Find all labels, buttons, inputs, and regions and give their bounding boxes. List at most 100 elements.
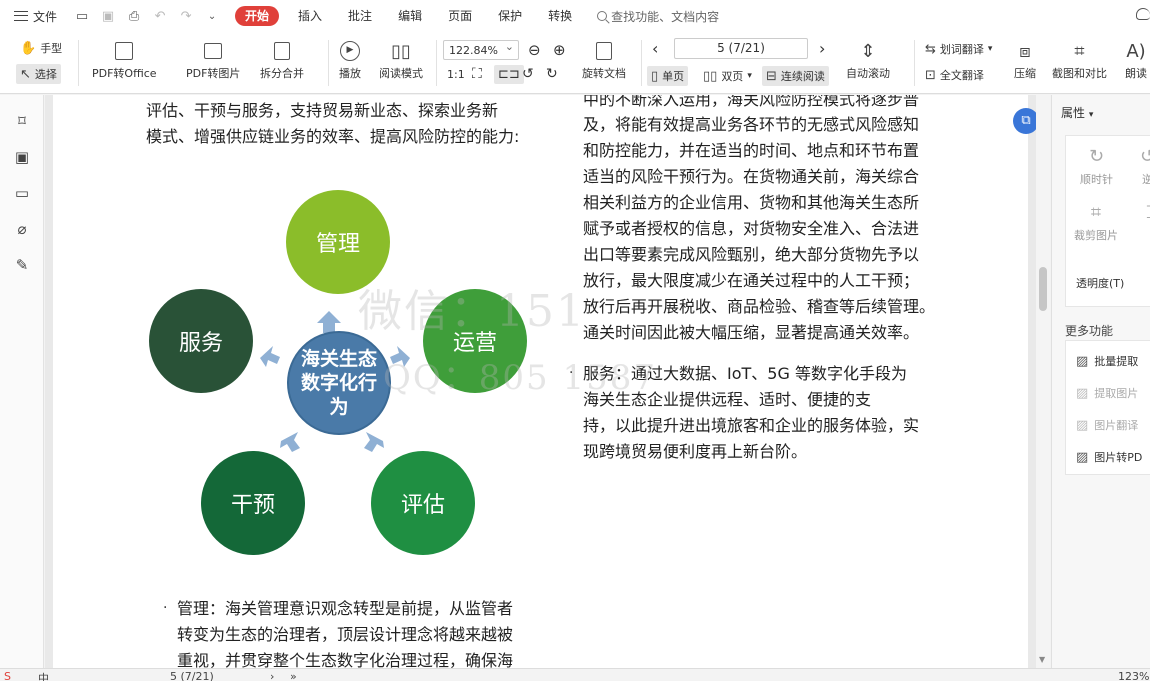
image-translate-label: 图片翻译 (1094, 419, 1139, 432)
fit-page-icon[interactable]: ⛶ (472, 66, 482, 82)
status-page[interactable]: 5 (7/21) (170, 670, 214, 681)
file-menu[interactable]: 文件 (0, 0, 65, 32)
screenshot-compare-label: 截图和对比 (1052, 67, 1107, 80)
node-manage: 管理 (286, 190, 390, 294)
extra-tool-button[interactable]: ⌶ (1146, 202, 1150, 223)
thumbnail-icon[interactable]: ▣ (12, 147, 32, 167)
batch-extract-icon: ▨ (1076, 353, 1089, 369)
prev-page-icon[interactable]: ‹ (652, 39, 658, 58)
ribbon-toolbar: ✋ 手型 ↖ 选择 PDF转Office PDF转图片 拆分合并 ▶ 播放 ▯▯… (0, 32, 1150, 94)
single-page-label: 单页 (662, 70, 685, 83)
open-folder-icon[interactable]: ▭ (73, 9, 91, 24)
save-icon[interactable]: ▣ (99, 9, 117, 24)
batch-extract-button[interactable]: ▨ 批量提取 (1076, 353, 1138, 369)
screenshot-compare-button[interactable]: ⌗ 截图和对比 (1052, 40, 1107, 81)
single-page-button[interactable]: ▯ 单页 (647, 66, 689, 86)
tab-insert[interactable]: 插入 (285, 0, 335, 32)
attachment-icon[interactable]: ⌀ (12, 219, 32, 239)
extract-image-label: 提取图片 (1094, 387, 1139, 400)
image-to-pdf-button[interactable]: ▨ 图片转PD (1076, 449, 1142, 465)
cloud-icon[interactable] (1136, 8, 1150, 20)
image-translate-button[interactable]: ▨ 图片翻译 (1076, 417, 1138, 433)
comment-icon[interactable]: ▭ (12, 183, 32, 203)
fit-width-icon[interactable]: ⊏⊐ (494, 65, 524, 84)
pdf-to-office-button[interactable]: PDF转Office (92, 40, 157, 81)
read-aloud-icon: A) (1126, 40, 1146, 62)
actual-size-icon[interactable]: 1:1 (447, 68, 465, 81)
full-translate-icon: ⊡ (925, 67, 936, 83)
node-center-label: 海关生态数字化行为 (300, 348, 377, 418)
extract-image-icon: ▨ (1076, 385, 1089, 401)
quick-access: ▭ ▣ ⎙ ↶ ↷ ⌄ (73, 9, 221, 24)
redo-icon[interactable]: ↷ (177, 9, 195, 24)
batch-extract-label: 批量提取 (1094, 355, 1139, 368)
next-page-icon[interactable]: › (819, 39, 825, 58)
page-number-input[interactable]: 5 (7/21) (674, 38, 808, 59)
double-page-button[interactable]: ▯▯ 双页 ▾ (703, 68, 752, 84)
rotate-counter-button[interactable]: ↺ 逆 (1140, 146, 1150, 187)
rotate-document-button[interactable]: 旋转文档 (582, 40, 626, 81)
read-mode-button[interactable]: ▯▯ 阅读模式 (379, 40, 423, 81)
bullet-dot: · (569, 365, 574, 381)
rotate-right-icon[interactable]: ↻ (546, 66, 558, 82)
tab-edit[interactable]: 编辑 (385, 0, 435, 32)
paragraph-line: 放行后再开展税收、商品检验、稽查等后续管理。 (583, 297, 936, 316)
image-translate-icon: ▨ (1076, 417, 1089, 433)
paragraph-line: 服务：通过大数据、IoT、5G 等数字化手段为 (583, 364, 907, 383)
bookmark-icon[interactable]: ⌑ (12, 111, 32, 131)
zoom-select[interactable]: 122.84% (443, 40, 519, 60)
full-translate-button[interactable]: ⊡ 全文翻译 (925, 67, 984, 83)
divider (641, 40, 642, 86)
node-evaluate: 评估 (371, 451, 475, 555)
pdf-to-image-button[interactable]: PDF转图片 (186, 40, 240, 81)
vertical-scrollbar[interactable]: ▼ (1036, 95, 1050, 668)
opacity-label[interactable]: 透明度(T) (1076, 275, 1124, 291)
rotate-clockwise-button[interactable]: ↻ 顺时针 (1080, 146, 1113, 187)
image-to-pdf-label: 图片转PD (1094, 451, 1143, 464)
next-page-icon[interactable]: › (270, 670, 274, 681)
paragraph-line: 持，以此提升进出境旅客和企业的服务体验，实 (583, 416, 920, 435)
last-page-icon[interactable]: » (290, 670, 297, 681)
hand-icon: ✋ (20, 40, 37, 56)
search-box[interactable]: 查找功能、文档内容 (597, 8, 719, 25)
zoom-out-icon[interactable]: ⊖ (528, 41, 541, 59)
chevron-down-icon: ▾ (1088, 110, 1094, 120)
status-zoom[interactable]: 123% (1118, 670, 1149, 681)
crop-image-label: 裁剪图片 (1074, 229, 1118, 242)
select-tool-button[interactable]: ↖ 选择 (16, 64, 61, 84)
tab-annotate[interactable]: 批注 (335, 0, 385, 32)
paragraph-line: 适当的风险干预行为。在货物通关前，海关综合 (583, 167, 920, 186)
split-merge-button[interactable]: 拆分合并 (260, 40, 304, 81)
undo-icon[interactable]: ↶ (151, 9, 169, 24)
more-features-card: ▨ 批量提取 ▨ 提取图片 ▨ 图片翻译 ▨ 图片转PD (1065, 340, 1150, 475)
compress-button[interactable]: ⧈ 压缩 (1013, 40, 1037, 81)
hand-tool-button[interactable]: ✋ 手型 (20, 40, 62, 56)
dropdown-icon[interactable]: ⌄ (203, 11, 221, 22)
extract-image-button[interactable]: ▨ 提取图片 (1076, 385, 1138, 401)
scrollbar-thumb[interactable] (1039, 267, 1047, 311)
word-translate-button[interactable]: ⇆ 划词翻译 ▾ (925, 41, 992, 57)
tab-protect[interactable]: 保护 (485, 0, 535, 32)
rotate-left-icon[interactable]: ↺ (522, 66, 534, 82)
play-button[interactable]: ▶ 播放 (338, 40, 362, 81)
signature-icon[interactable]: ✎ (12, 255, 32, 275)
properties-header[interactable]: 属性 ▾ (1061, 104, 1093, 121)
scroll-down-icon[interactable]: ▼ (1039, 655, 1045, 664)
crop-image-button[interactable]: ⌗ 裁剪图片 (1074, 202, 1118, 243)
continuous-read-button[interactable]: ⊟ 连续阅读 (762, 66, 829, 86)
node-manage-label: 管理 (315, 232, 360, 257)
tab-convert[interactable]: 转换 (535, 0, 585, 32)
split-merge-label: 拆分合并 (260, 67, 304, 80)
tab-start[interactable]: 开始 (235, 6, 280, 26)
tab-page[interactable]: 页面 (435, 0, 485, 32)
extra-tool-icon: ⌶ (1146, 202, 1150, 223)
print-icon[interactable]: ⎙ (125, 9, 143, 24)
divider (328, 40, 329, 86)
paragraph-line: 海关生态企业提供远程、适时、便捷的支 (583, 390, 872, 409)
read-aloud-button[interactable]: A) 朗读 (1124, 40, 1148, 81)
play-icon: ▶ (338, 40, 362, 62)
arrow-right (390, 346, 410, 367)
zoom-in-icon[interactable]: ⊕ (553, 41, 566, 59)
auto-scroll-button[interactable]: ⇕ 自动滚动 (846, 40, 890, 81)
input-method-icon[interactable]: 中 (38, 670, 49, 681)
